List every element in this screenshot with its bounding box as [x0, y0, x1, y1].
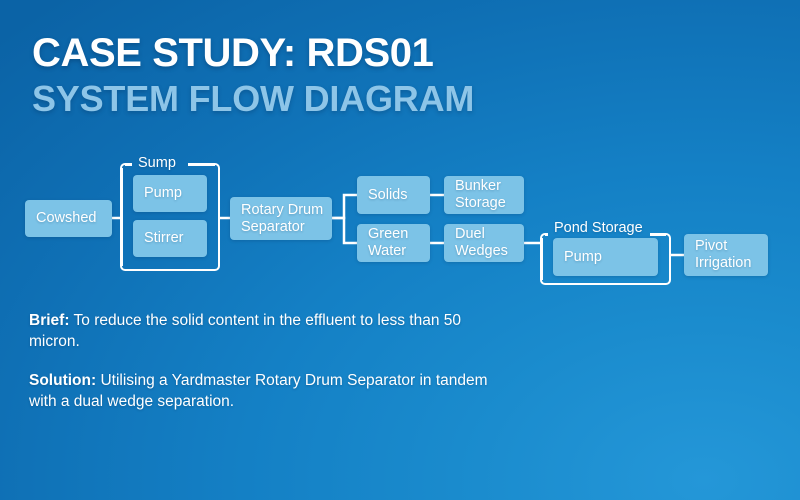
system-flow-diagram: Sump Pond Storage Cowshed Pump Stirrer Rotary…: [0, 0, 800, 500]
node-label-pump_sump: Pump: [144, 185, 182, 201]
group-border-bottom-sump: [125, 268, 215, 271]
group-border-left-sump: [120, 168, 123, 266]
group-corner-br-sump: [215, 266, 220, 271]
node-label-stirrer: Stirrer: [144, 230, 184, 246]
node-label-bunker: Bunker Storage: [455, 178, 506, 211]
node-bunker[interactable]: Bunker Storage: [444, 176, 524, 214]
group-label-pond_storage: Pond Storage: [554, 220, 643, 236]
node-cowshed[interactable]: Cowshed: [25, 200, 112, 237]
group-corner-tl-pond_storage: [540, 233, 545, 238]
node-stirrer[interactable]: Stirrer: [133, 220, 207, 257]
node-pivot[interactable]: Pivot Irrigation: [684, 234, 768, 276]
group-label-sump: Sump: [138, 155, 176, 171]
group-corner-bl-pond_storage: [540, 280, 545, 285]
group-border-top-left-sump: [125, 163, 132, 166]
node-label-pivot: Pivot Irrigation: [695, 238, 752, 271]
group-border-top-left-pond_storage: [545, 233, 548, 236]
solution-label: Solution:: [29, 372, 97, 389]
group-border-top-right-pond_storage: [650, 233, 666, 236]
group-border-right-sump: [217, 168, 220, 266]
node-solids[interactable]: Solids: [357, 176, 430, 214]
group-border-left-pond_storage: [540, 238, 543, 280]
group-corner-tr-sump: [215, 163, 220, 168]
node-separator[interactable]: Rotary Drum Separator: [230, 197, 332, 240]
group-border-right-pond_storage: [668, 238, 671, 280]
group-border-top-right-sump: [188, 163, 215, 166]
brief-text: To reduce the solid content in the efflu…: [29, 312, 461, 350]
node-label-cowshed: Cowshed: [36, 210, 97, 226]
node-duel_wedges[interactable]: Duel Wedges: [444, 224, 524, 262]
node-label-solids: Solids: [368, 186, 408, 203]
brief-label: Brief:: [29, 312, 70, 329]
solution-text: Utilising a Yardmaster Rotary Drum Separ…: [29, 372, 488, 410]
solution-paragraph: Solution: Utilising a Yardmaster Rotary …: [29, 370, 499, 412]
node-pump_pond[interactable]: Pump: [553, 238, 658, 276]
node-label-pump_pond: Pump: [564, 248, 602, 265]
connector-separator-to-green_water: [332, 216, 357, 245]
connector-separator-to-solids: [332, 193, 357, 220]
node-pump_sump[interactable]: Pump: [133, 175, 207, 212]
brief-paragraph: Brief: To reduce the solid content in th…: [29, 310, 499, 352]
group-corner-tl-sump: [120, 163, 125, 168]
node-label-duel_wedges: Duel Wedges: [455, 226, 508, 259]
node-label-separator: Rotary Drum Separator: [241, 201, 324, 235]
node-green_water[interactable]: Green Water: [357, 224, 430, 262]
group-corner-bl-sump: [120, 266, 125, 271]
group-border-bottom-pond_storage: [545, 282, 666, 285]
group-corner-tr-pond_storage: [666, 233, 671, 238]
group-corner-br-pond_storage: [666, 280, 671, 285]
description-block: Brief: To reduce the solid content in th…: [29, 310, 499, 412]
case-study-slide: CASE STUDY: RDS01 SYSTEM FLOW DIAGRAM Su…: [0, 0, 800, 500]
node-label-green_water: Green Water: [368, 226, 409, 259]
